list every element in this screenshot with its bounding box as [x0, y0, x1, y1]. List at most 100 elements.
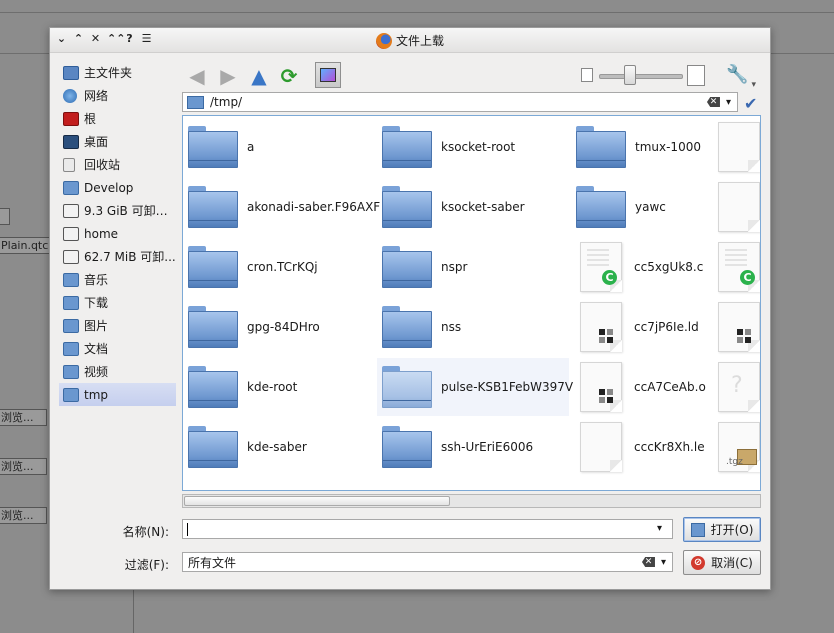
sidebar-item-drive-62mb[interactable]: 62.7 MiB 可卸... — [59, 245, 176, 268]
file-item[interactable]: kde-saber — [183, 418, 375, 476]
file-item[interactable]: a — [183, 118, 375, 176]
file-item[interactable]: C — [716, 238, 760, 296]
folder-icon — [576, 126, 626, 168]
sidebar-item-label: 文档 — [84, 342, 109, 356]
chevron-down-icon[interactable]: ▾ — [657, 523, 662, 534]
file-name: ssh-UrEriE6006 — [441, 440, 534, 454]
folder-icon — [63, 387, 79, 402]
file-item[interactable]: akonadi-saber.F96AXF — [183, 178, 380, 236]
sidebar-item-tmp[interactable]: tmp — [59, 383, 176, 406]
file-item[interactable] — [716, 298, 760, 356]
object-file-icon — [580, 302, 622, 352]
bg-field — [0, 208, 10, 225]
chevron-down-icon: ▾ — [751, 80, 756, 90]
folder-icon — [382, 306, 432, 348]
reload-button[interactable]: ⟳ — [277, 64, 301, 88]
file-name: a — [247, 140, 255, 154]
zoom-out-icon[interactable] — [581, 68, 593, 82]
sidebar-item-label: 音乐 — [84, 273, 109, 287]
sidebar-item-drive-9gb[interactable]: 9.3 GiB 可卸载... — [59, 199, 176, 222]
music-folder-icon — [63, 272, 79, 287]
sidebar-item-videos[interactable]: 视频 — [59, 360, 176, 383]
zoom-slider-handle[interactable] — [624, 65, 636, 85]
network-icon — [63, 88, 77, 103]
file-name: kde-root — [247, 380, 298, 394]
go-icon[interactable]: ✔ — [744, 94, 757, 113]
desktop-icon — [63, 134, 79, 149]
file-item[interactable]: ssh-UrEriE6006 — [377, 418, 569, 476]
name-field[interactable]: ▾ — [182, 519, 673, 539]
bg-divider — [133, 590, 134, 633]
dialog-title-text: 文件上载 — [395, 34, 444, 48]
sidebar-item-home[interactable]: 主文件夹 — [59, 61, 176, 84]
file-item[interactable] — [716, 178, 760, 236]
sidebar-item-label: 9.3 GiB 可卸载... — [84, 204, 176, 218]
file-item[interactable]: nspr — [377, 238, 569, 296]
sidebar-item-music[interactable]: 音乐 — [59, 268, 176, 291]
documents-folder-icon — [63, 341, 79, 356]
sidebar-item-home-drive[interactable]: home — [59, 222, 176, 245]
trash-icon — [63, 157, 75, 172]
videos-folder-icon — [63, 364, 79, 379]
sidebar-item-desktop[interactable]: 桌面 — [59, 130, 176, 153]
clear-icon[interactable]: ✕ — [706, 97, 720, 107]
filter-combo[interactable]: 所有文件 ✕ ▾ — [182, 552, 673, 572]
zoom-in-icon[interactable] — [687, 65, 705, 86]
file-item[interactable]: ksocket-root — [377, 118, 569, 176]
file-item[interactable]: ? — [716, 358, 760, 416]
bg-divider — [0, 12, 834, 13]
sidebar-item-root[interactable]: 根 — [59, 107, 176, 130]
folder-icon — [188, 126, 238, 168]
open-button-label: 打开(O) — [710, 523, 754, 537]
object-file-icon — [718, 302, 760, 352]
sidebar-item-label: Develop — [84, 180, 134, 195]
back-button[interactable]: ◀ — [185, 64, 209, 88]
file-item[interactable]: ksocket-saber — [377, 178, 569, 236]
drive-icon — [63, 226, 79, 241]
sidebar-item-trash[interactable]: 回收站 — [59, 153, 176, 176]
dialog-title: 文件上载 — [50, 32, 770, 49]
clear-icon[interactable]: ✕ — [641, 557, 655, 567]
folder-icon — [63, 180, 79, 195]
horizontal-scrollbar[interactable] — [182, 494, 761, 508]
sidebar-item-network[interactable]: 网络 — [59, 84, 176, 107]
chevron-down-icon[interactable]: ▾ — [726, 97, 731, 108]
unknown-file-icon: ? — [718, 362, 760, 412]
sidebar-item-downloads[interactable]: 下载 — [59, 291, 176, 314]
places-sidebar: 主文件夹 网络 根 桌面 回收站 Develop 9.3 GiB 可卸载... … — [59, 61, 176, 406]
file-item[interactable]: .tgz — [716, 418, 760, 476]
chevron-down-icon[interactable]: ▾ — [661, 557, 666, 568]
cancel-button[interactable]: ⊘ 取消(C) — [683, 550, 761, 575]
zoom-slider[interactable] — [599, 74, 683, 79]
file-item[interactable]: nss — [377, 298, 569, 356]
forward-button[interactable]: ▶ — [216, 64, 240, 88]
file-item[interactable]: pulse-KSB1FebW397V — [377, 358, 573, 416]
file-item[interactable]: gpg-84DHro — [183, 298, 375, 356]
sidebar-item-pictures[interactable]: 图片 — [59, 314, 176, 337]
sidebar-item-label: 主文件夹 — [84, 66, 133, 80]
sidebar-item-label: 桌面 — [84, 135, 109, 149]
up-folder-button[interactable]: ▲ — [247, 64, 271, 88]
file-item[interactable]: kde-root — [183, 358, 375, 416]
blank-file-icon — [718, 182, 760, 232]
file-item[interactable]: cron.TCrKQj — [183, 238, 375, 296]
file-name: kde-saber — [247, 440, 307, 454]
sidebar-item-label: 视频 — [84, 365, 109, 379]
drive-icon — [63, 203, 79, 218]
file-upload-dialog: ⌄ ⌃ ✕ ⌃⌃ ? ☰ 文件上载 主文件夹 网络 根 桌面 回收站 Devel… — [49, 27, 771, 590]
location-input[interactable]: /tmp/ — [210, 95, 707, 109]
sidebar-item-develop[interactable]: Develop — [59, 176, 176, 199]
text-cursor — [187, 522, 188, 536]
location-bar[interactable]: /tmp/ ✕ ▾ — [182, 92, 738, 112]
filter-label: 过滤(F): — [124, 558, 169, 572]
preview-toggle-button[interactable] — [315, 62, 341, 88]
options-menu-button[interactable]: 🔧 ▾ — [726, 64, 756, 90]
file-view[interactable]: a akonadi-saber.F96AXF cron.TCrKQj gpg-84DH… — [182, 115, 761, 491]
sidebar-item-documents[interactable]: 文档 — [59, 337, 176, 360]
wrench-icon: 🔧 — [726, 64, 749, 85]
file-item[interactable] — [716, 118, 760, 176]
scrollbar-thumb[interactable] — [184, 496, 450, 506]
open-button[interactable]: 打开(O) — [683, 517, 761, 542]
c-source-file-icon: C — [718, 242, 760, 292]
file-name: cc7jP6Ie.ld — [634, 320, 699, 334]
